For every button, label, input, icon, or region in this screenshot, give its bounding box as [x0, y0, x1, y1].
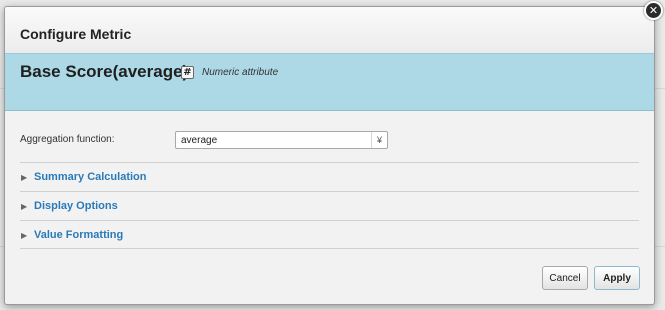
dropdown-arrow-icon[interactable]: ¥	[371, 132, 387, 148]
configure-metric-dialog: Configure Metric Base Score(average) # N…	[4, 6, 655, 305]
sections-list: ▶ Summary Calculation ▶ Display Options …	[20, 162, 639, 249]
close-icon[interactable]: ✕	[644, 1, 663, 20]
apply-button[interactable]: Apply	[594, 266, 640, 290]
expand-triangle-icon: ▶	[21, 231, 28, 240]
cancel-button[interactable]: Cancel	[542, 266, 588, 290]
section-label[interactable]: Display Options	[34, 200, 118, 212]
aggregation-label: Aggregation function:	[20, 134, 115, 145]
metric-name: Base Score(average)	[20, 62, 189, 81]
dialog-header: Configure Metric	[5, 7, 654, 53]
section-value-formatting[interactable]: ▶ Value Formatting	[20, 220, 639, 249]
section-label[interactable]: Value Formatting	[34, 229, 123, 241]
aggregation-selected-value: average	[181, 135, 218, 146]
section-display-options[interactable]: ▶ Display Options	[20, 191, 639, 220]
expand-triangle-icon: ▶	[21, 202, 28, 211]
attribute-type-label: Numeric attribute	[202, 67, 279, 78]
aggregation-select[interactable]: average ¥	[175, 131, 388, 149]
aggregation-row: Aggregation function: average ¥	[20, 131, 639, 153]
section-summary-calculation[interactable]: ▶ Summary Calculation	[20, 162, 639, 191]
section-label[interactable]: Summary Calculation	[34, 171, 146, 183]
metric-header-band: Base Score(average) # Numeric attribute	[5, 53, 654, 111]
dialog-title: Configure Metric	[20, 26, 132, 42]
numeric-hash-icon: #	[181, 66, 194, 79]
expand-triangle-icon: ▶	[21, 173, 28, 182]
